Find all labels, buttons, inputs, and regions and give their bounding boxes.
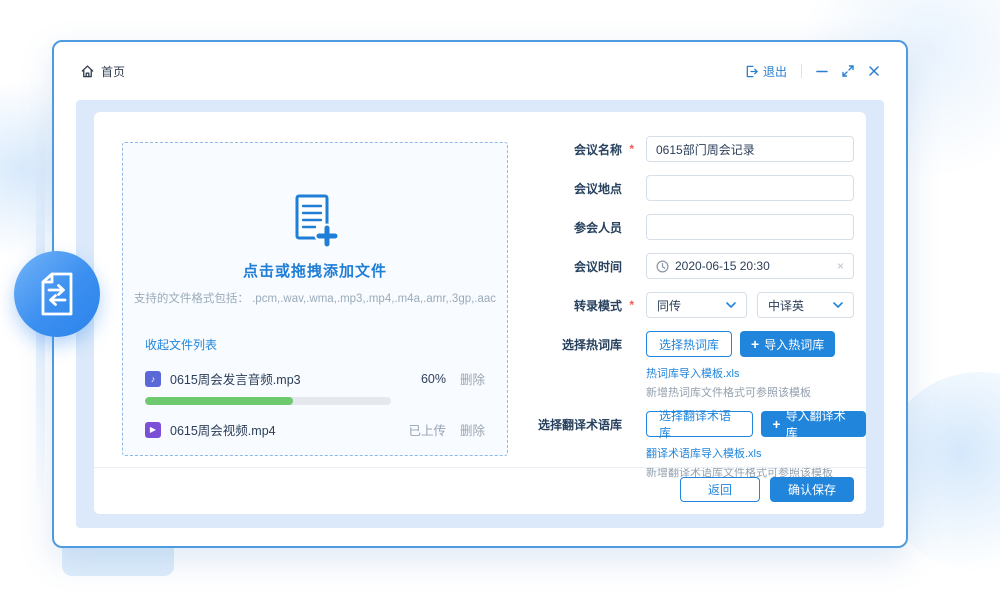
- plus-icon: +: [751, 337, 759, 351]
- participants-label: 参会人员: [524, 219, 622, 236]
- hotword-template-block: 热词库导入模板.xls 新增热词库文件格式可参照该模板: [646, 365, 866, 400]
- meeting-name-input[interactable]: 0615部门周会记录: [646, 136, 854, 162]
- file-row-video: ▶ 0615周会视频.mp4 已上传 删除: [145, 420, 485, 439]
- form-row-glossary: 选择翻译术语库 选择翻译术语库 + 导入翻译术库: [524, 411, 866, 437]
- form-row-meeting-name: 会议名称 * 0615部门周会记录: [524, 136, 866, 162]
- import-glossary-button[interactable]: + 导入翻译术库: [761, 411, 866, 437]
- form-row-transcribe-mode: 转录模式 * 同传 中译英: [524, 292, 866, 318]
- content-card: 点击或拖拽添加文件 支持的文件格式包括： .pcm,.wav,.wma,.mp3…: [94, 112, 866, 514]
- document-add-icon: [123, 193, 507, 252]
- supported-formats-hint: 支持的文件格式包括： .pcm,.wav,.wma,.mp3,.mp4,.m4a…: [123, 290, 507, 306]
- app-window: 首页 退出: [52, 40, 908, 548]
- back-button[interactable]: 返回: [680, 477, 760, 502]
- upload-progress-fill: [145, 397, 293, 405]
- meeting-location-input[interactable]: [646, 175, 854, 201]
- glossary-label: 选择翻译术语库: [524, 416, 622, 433]
- close-icon[interactable]: [868, 65, 880, 77]
- glossary-template-link[interactable]: 翻译术语库导入模板.xls: [646, 445, 866, 461]
- transcribe-mode-label: 转录模式: [524, 297, 622, 314]
- form-row-meeting-location: 会议地点: [524, 175, 866, 201]
- titlebar: 首页 退出: [54, 42, 906, 100]
- home-label: 首页: [101, 63, 125, 80]
- clear-date-icon[interactable]: ×: [837, 260, 844, 272]
- meeting-name-label: 会议名称: [524, 141, 622, 158]
- logout-icon: [745, 65, 758, 78]
- file-transfer-badge: [14, 251, 100, 337]
- window-controls: 退出: [745, 63, 880, 80]
- chevron-down-icon: [833, 302, 843, 308]
- import-hotword-button[interactable]: + 导入热词库: [740, 331, 835, 357]
- file-transfer-icon: [34, 269, 80, 319]
- hotword-template-hint: 新增热词库文件格式可参照该模板: [646, 384, 866, 400]
- video-file-icon: ▶: [145, 422, 161, 438]
- file-dropzone[interactable]: 点击或拖拽添加文件 支持的文件格式包括： .pcm,.wav,.wma,.mp3…: [122, 142, 508, 456]
- minimize-icon[interactable]: [816, 65, 828, 77]
- file-name: 0615周会视频.mp4: [170, 420, 408, 439]
- titlebar-divider: [801, 64, 802, 78]
- glossary-template-block: 翻译术语库导入模板.xls 新增翻译术语库文件格式可参照该模板: [646, 445, 866, 480]
- footer-actions: 返回 确认保存: [680, 477, 854, 502]
- audio-file-icon: ♪: [145, 371, 161, 387]
- content-panel: 点击或拖拽添加文件 支持的文件格式包括： .pcm,.wav,.wma,.mp3…: [76, 100, 884, 528]
- exit-button[interactable]: 退出: [745, 63, 787, 80]
- file-status: 已上传: [408, 420, 446, 439]
- chevron-down-icon: [726, 302, 736, 308]
- choose-hotword-button[interactable]: 选择热词库: [646, 331, 732, 357]
- home-button[interactable]: 首页: [80, 63, 125, 80]
- dropzone-title: 点击或拖拽添加文件: [123, 260, 507, 281]
- plus-icon: +: [772, 417, 780, 431]
- form-row-participants: 参会人员: [524, 214, 866, 240]
- exit-label: 退出: [763, 63, 787, 80]
- language-select[interactable]: 中译英: [757, 292, 854, 318]
- footer-divider: [94, 467, 866, 468]
- hotword-label: 选择热词库: [524, 336, 622, 353]
- mode-select[interactable]: 同传: [646, 292, 747, 318]
- file-status: 60%: [421, 372, 446, 386]
- delete-file-button[interactable]: 删除: [460, 369, 485, 388]
- required-mark: *: [622, 298, 634, 312]
- form-row-meeting-time: 会议时间 2020-06-15 20:30 ×: [524, 253, 866, 279]
- meeting-time-label: 会议时间: [524, 258, 622, 275]
- maximize-icon[interactable]: [842, 65, 854, 77]
- delete-file-button[interactable]: 删除: [460, 420, 485, 439]
- collapse-file-list-link[interactable]: 收起文件列表: [145, 336, 217, 353]
- hotword-template-link[interactable]: 热词库导入模板.xls: [646, 365, 866, 381]
- meeting-form: 会议名称 * 0615部门周会记录 会议地点 参: [524, 136, 866, 491]
- choose-glossary-button[interactable]: 选择翻译术语库: [646, 411, 753, 437]
- required-mark: *: [622, 142, 634, 156]
- file-list: 收起文件列表 ♪ 0615周会发言音频.mp3 60% 删除 ▶ 0: [123, 336, 507, 439]
- meeting-time-input[interactable]: 2020-06-15 20:30 ×: [646, 253, 854, 279]
- file-name: 0615周会发言音频.mp3: [170, 369, 421, 388]
- file-row-audio: ♪ 0615周会发言音频.mp3 60% 删除: [145, 369, 485, 388]
- home-icon: [80, 64, 95, 79]
- participants-input[interactable]: [646, 214, 854, 240]
- form-row-hotword: 选择热词库 选择热词库 + 导入热词库: [524, 331, 866, 357]
- upload-progress-bar: [145, 397, 391, 405]
- confirm-save-button[interactable]: 确认保存: [770, 477, 854, 502]
- clock-icon: [656, 260, 669, 273]
- meeting-location-label: 会议地点: [524, 180, 622, 197]
